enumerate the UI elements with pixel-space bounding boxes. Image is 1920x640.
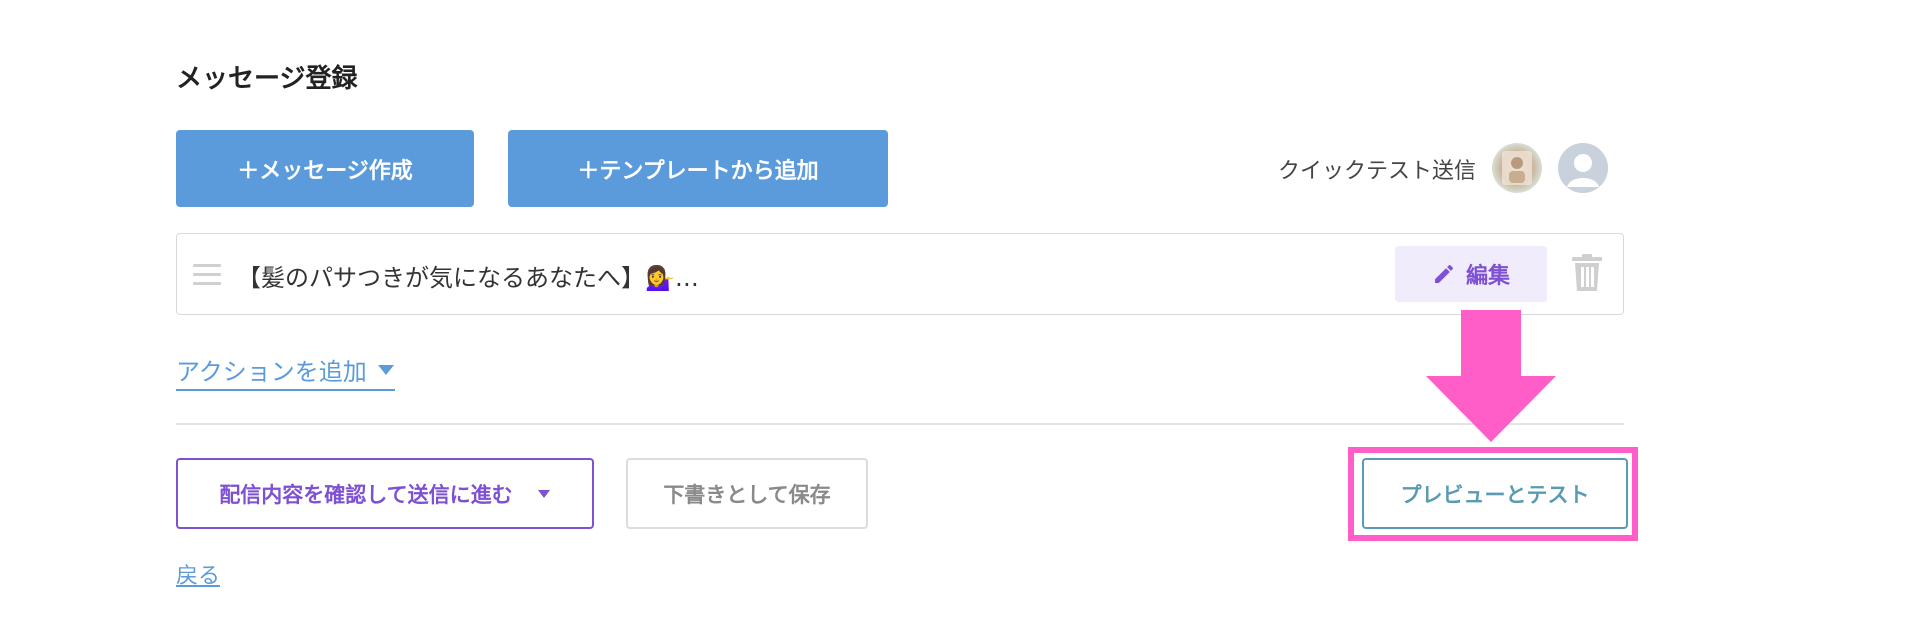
- caret-down-icon: [537, 489, 550, 498]
- avatar-photo-icon: [1502, 151, 1532, 185]
- preview-and-test-button[interactable]: プレビューとテスト: [1362, 458, 1628, 529]
- back-link[interactable]: 戻る: [176, 558, 220, 590]
- drag-handle-icon[interactable]: [193, 263, 221, 291]
- avatar[interactable]: [1492, 143, 1542, 193]
- confirm-and-send-button[interactable]: 配信内容を確認して送信に進む: [176, 458, 594, 529]
- trash-icon[interactable]: [1571, 254, 1603, 296]
- confirm-label: 配信内容を確認して送信に進む: [219, 482, 513, 507]
- edit-label: 編集: [1465, 264, 1510, 289]
- user-silhouette-icon: [1558, 143, 1608, 193]
- save-draft-button[interactable]: 下書きとして保存: [626, 458, 868, 529]
- avatar-placeholder[interactable]: [1558, 143, 1608, 193]
- create-message-button[interactable]: ＋メッセージ作成: [176, 130, 474, 207]
- message-item: 【髪のパサつきが気になるあなたへ】💁‍♀️… 編集: [176, 233, 1624, 315]
- message-preview-text[interactable]: 【髪のパサつきが気になるあなたへ】💁‍♀️…: [237, 258, 699, 293]
- page-title: メッセージ登録: [176, 64, 358, 94]
- pencil-icon: [1434, 264, 1453, 283]
- quick-test-label: クイックテスト送信: [1278, 159, 1477, 184]
- caret-down-icon: [377, 364, 394, 375]
- divider: [176, 423, 1624, 425]
- add-action-link[interactable]: アクションを追加: [176, 352, 395, 391]
- add-action-label: アクションを追加: [176, 358, 367, 386]
- down-arrow-annotation: [1426, 310, 1556, 446]
- add-from-template-button[interactable]: ＋テンプレートから追加: [508, 130, 888, 207]
- edit-button[interactable]: 編集: [1395, 246, 1547, 302]
